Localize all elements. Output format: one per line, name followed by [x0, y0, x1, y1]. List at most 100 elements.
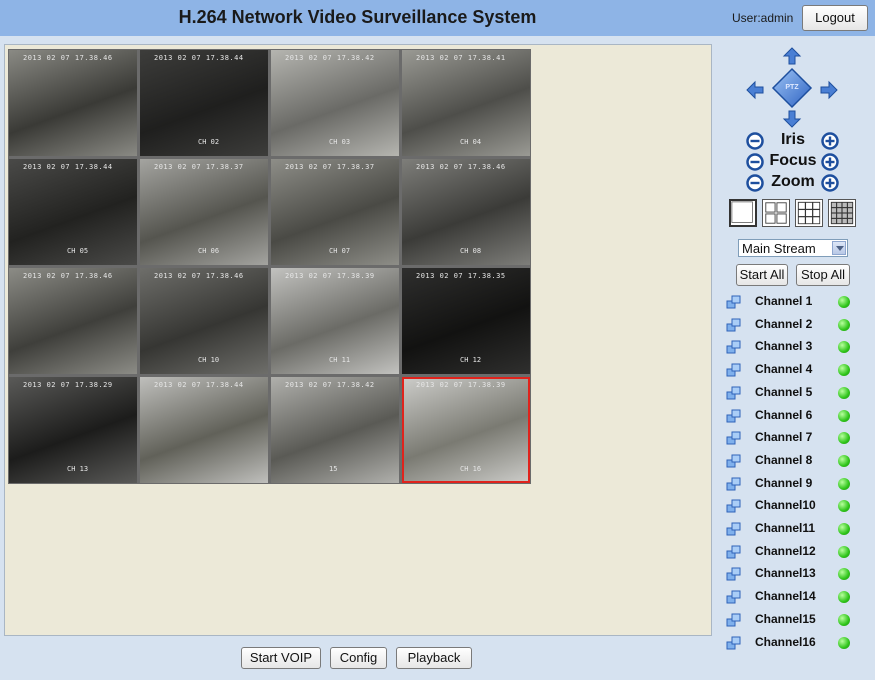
camera-tile[interactable]: 2013 02 07 17.38.37 CH 06	[140, 159, 268, 265]
channel-item[interactable]: Channel 8	[726, 452, 856, 470]
camera-timestamp: 2013 02 07 17.38.42	[285, 54, 375, 62]
camera-timestamp: 2013 02 07 17.38.44	[154, 381, 244, 389]
status-online-icon	[838, 386, 850, 399]
channel-item[interactable]: Channel 4	[726, 361, 856, 379]
camera-tile[interactable]: 2013 02 07 17.38.39 CH 11	[271, 268, 399, 374]
channel-item[interactable]: Channel16	[726, 634, 856, 652]
camera-channel-label: CH 16	[460, 465, 482, 473]
channel-item[interactable]: Channel 5	[726, 384, 856, 402]
camera-channel-label: CH 05	[67, 247, 89, 255]
camera-tile[interactable]: 2013 02 07 17.38.44	[140, 377, 268, 483]
chevron-down-icon[interactable]	[832, 241, 846, 255]
channel-label: Channel 1	[755, 294, 813, 308]
channel-label: Channel16	[755, 634, 816, 649]
camera-tile[interactable]: 2013 02 07 17.38.42 15	[271, 377, 399, 483]
camera-timestamp: 2013 02 07 17.38.37	[285, 163, 375, 171]
camera-channel-label: CH 06	[198, 247, 220, 255]
ptz-up-arrow-icon[interactable]	[782, 47, 802, 65]
channel-label: Channel14	[755, 589, 816, 604]
status-online-icon	[838, 318, 850, 331]
channel-item[interactable]: Channel 6	[726, 407, 856, 425]
camera-tile[interactable]: 2013 02 07 17.38.29 CH 13	[9, 377, 137, 483]
camera-tile[interactable]: 2013 02 07 17.38.44 CH 05	[9, 159, 137, 265]
channel-label: Channel 5	[755, 384, 813, 399]
ptz-left-arrow-icon[interactable]	[746, 80, 764, 100]
playback-button[interactable]: Playback	[396, 647, 472, 669]
channel-label: Channel 7	[755, 430, 813, 445]
app-title: H.264 Network Video Surveillance System	[178, 7, 537, 27]
status-online-icon	[838, 454, 850, 467]
status-online-icon	[838, 296, 850, 308]
status-online-icon	[838, 636, 850, 649]
camera-icon	[726, 386, 741, 400]
channel-item[interactable]: Channel 3	[726, 338, 856, 356]
camera-channel-label: CH 03	[329, 138, 351, 146]
channel-label: Channel12	[755, 543, 816, 558]
camera-tile[interactable]: 2013 02 07 17.38.42 CH 03	[271, 50, 399, 156]
channel-item[interactable]: Channel12	[726, 543, 856, 561]
channel-item[interactable]: Channel14	[726, 588, 856, 606]
camera-tile[interactable]: 2013 02 07 17.38.46	[9, 268, 137, 374]
iris-control: Iris	[744, 131, 842, 151]
stop-all-button[interactable]: Stop All	[796, 264, 850, 286]
channel-item[interactable]: Channel15	[726, 611, 856, 629]
camera-tile[interactable]: 2013 02 07 17.38.41 CH 04	[402, 50, 530, 156]
channel-item[interactable]: Channel10	[726, 497, 856, 515]
channel-item[interactable]: Channel 7	[726, 429, 856, 447]
channel-label: Channel13	[755, 566, 816, 581]
channel-item[interactable]: Channel11	[726, 520, 856, 538]
camera-tile[interactable]: 2013 02 07 17.38.46 CH 08	[402, 159, 530, 265]
status-online-icon	[838, 568, 850, 581]
stream-select[interactable]: Main Stream	[738, 239, 848, 257]
camera-icon	[726, 363, 741, 377]
camera-icon	[726, 477, 741, 491]
camera-tile[interactable]: 2013 02 07 17.38.46 CH 10	[140, 268, 268, 374]
zoom-plus-icon[interactable]	[821, 174, 839, 192]
iris-plus-icon[interactable]	[821, 132, 839, 150]
camera-channel-label: CH 10	[198, 356, 220, 364]
camera-tile[interactable]: 2013 02 07 17.38.46	[9, 50, 137, 156]
camera-tile[interactable]: 2013 02 07 17.38.44 CH 02	[140, 50, 268, 156]
user-label: User:admin	[732, 11, 794, 25]
layout-3x3-icon[interactable]	[795, 199, 823, 227]
camera-icon	[726, 454, 741, 468]
layout-4x4-icon[interactable]	[828, 199, 856, 227]
camera-grid: 2013 02 07 17.38.46 2013 02 07 17.38.44 CH…	[8, 49, 531, 484]
camera-channel-label: CH 13	[67, 465, 89, 473]
camera-channel-label: 15	[329, 465, 338, 473]
camera-icon	[726, 636, 741, 649]
camera-timestamp: 2013 02 07 17.38.29	[23, 381, 113, 389]
camera-tile[interactable]: 2013 02 07 17.38.37 CH 07	[271, 159, 399, 265]
camera-icon	[726, 499, 741, 513]
channel-item[interactable]: Channel13	[726, 565, 856, 583]
camera-channel-label: CH 02	[198, 138, 220, 146]
status-online-icon	[838, 477, 850, 490]
camera-icon	[726, 567, 741, 581]
channel-item[interactable]: Channel 9	[726, 475, 856, 493]
camera-icon	[726, 545, 741, 559]
channel-item[interactable]: Channel 2	[726, 316, 856, 334]
focus-plus-icon[interactable]	[821, 153, 839, 171]
camera-timestamp: 2013 02 07 17.38.46	[23, 272, 113, 280]
status-online-icon	[838, 432, 850, 445]
status-online-icon	[838, 545, 850, 558]
channel-item[interactable]: Channel 1	[726, 293, 856, 311]
camera-icon	[726, 409, 741, 422]
ptz-down-arrow-icon[interactable]	[782, 110, 802, 128]
status-online-icon	[838, 341, 850, 354]
config-button[interactable]: Config	[330, 647, 387, 669]
start-all-button[interactable]: Start All	[736, 264, 788, 286]
camera-tile[interactable]: 2013 02 07 17.38.35 CH 12	[402, 268, 530, 374]
ptz-right-arrow-icon[interactable]	[820, 80, 838, 100]
stream-select-value: Main Stream	[742, 241, 816, 256]
layout-1x1-icon[interactable]	[729, 199, 757, 227]
camera-timestamp: 2013 02 07 17.38.44	[23, 163, 113, 171]
camera-channel-label: CH 04	[460, 138, 482, 146]
camera-tile[interactable]: 2013 02 07 17.38.39 CH 16	[402, 377, 530, 483]
channel-label: Channel 9	[755, 475, 813, 490]
start-voip-button[interactable]: Start VOIP	[241, 647, 321, 669]
camera-timestamp: 2013 02 07 17.38.44	[154, 54, 244, 62]
logout-button[interactable]: Logout	[802, 5, 868, 31]
layout-2x2-icon[interactable]	[762, 199, 790, 227]
camera-channel-label: CH 12	[460, 356, 482, 364]
